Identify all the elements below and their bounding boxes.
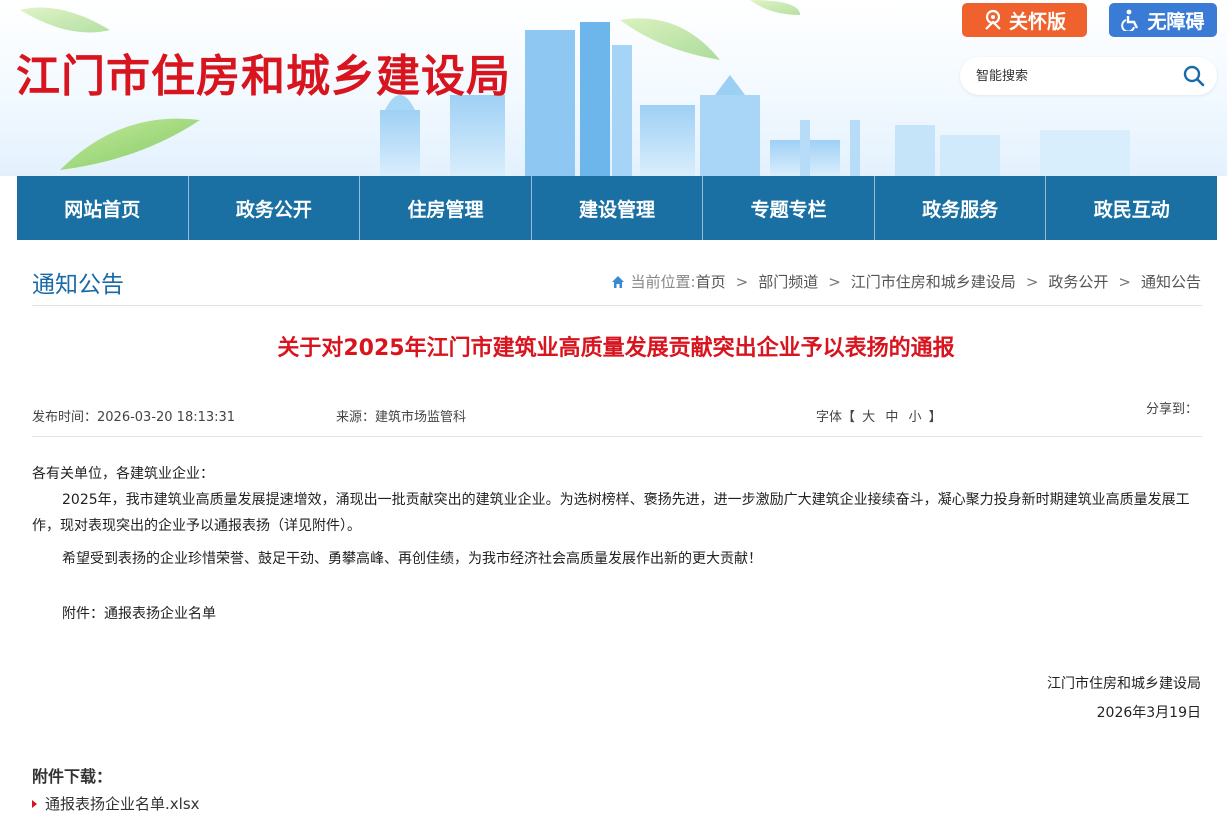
- breadcrumb-bureau[interactable]: 江门市住房和城乡建设局: [851, 271, 1016, 292]
- meta-divider: [32, 436, 1202, 437]
- breadcrumb-separator: >: [828, 272, 841, 291]
- section-title: 通知公告: [32, 272, 124, 298]
- signature-date: 2026年3月19日: [1096, 705, 1201, 721]
- accessibility-button[interactable]: 无障碍: [1109, 3, 1217, 37]
- search-input[interactable]: [976, 66, 1176, 86]
- body-paragraph: 2025年，我市建筑业高质量发展提速增效，涌现出一批贡献突出的建筑业企业。为选树…: [32, 492, 1190, 534]
- signature-org: 江门市住房和城乡建设局: [1047, 676, 1201, 692]
- search-icon[interactable]: [1183, 65, 1205, 87]
- breadcrumb-home[interactable]: 首页: [696, 271, 726, 292]
- site-title: 江门市住房和城乡建设局: [16, 51, 511, 102]
- home-icon: [611, 275, 624, 288]
- nav-item-home[interactable]: 网站首页: [17, 176, 189, 240]
- breadcrumb-gov-affairs[interactable]: 政务公开: [1048, 271, 1108, 292]
- nav-item-services[interactable]: 政务服务: [875, 176, 1047, 240]
- share-label: 分享到：: [1146, 402, 1199, 417]
- search-box: [960, 57, 1217, 95]
- location-pin-icon: [985, 9, 1001, 30]
- breadcrumb: 当前位置: 首页 > 部门频道 > 江门市住房和城乡建设局 > 政务公开 > 通…: [611, 271, 1201, 292]
- wheelchair-icon: [1121, 9, 1139, 31]
- nav-item-interaction[interactable]: 政民互动: [1046, 176, 1217, 240]
- salutation: 各有关单位，各建筑业企业：: [32, 466, 214, 482]
- triangle-right-icon: [32, 799, 37, 808]
- breadcrumb-department[interactable]: 部门频道: [758, 271, 818, 292]
- nav-item-topics[interactable]: 专题专栏: [703, 176, 875, 240]
- attachment-filename[interactable]: 通报表扬企业名单.xlsx: [45, 793, 200, 814]
- breadcrumb-label: 当前位置:: [630, 273, 696, 291]
- attachments-heading: 附件下载：: [32, 767, 113, 786]
- font-size-label: 字体【: [816, 410, 856, 425]
- body-paragraph: 希望受到表扬的企业珍惜荣誉、鼓足干劲、勇攀高峰、再创佳绩，为我市经济社会高质量发…: [62, 551, 762, 567]
- font-size-close: 】: [928, 410, 942, 425]
- publish-time: 发布时间：2026-03-20 18:13:31: [32, 410, 236, 425]
- breadcrumb-separator: >: [735, 272, 749, 291]
- article-title: 关于对2025年江门市建筑业高质量发展贡献突出企业予以表扬的通报: [277, 336, 955, 361]
- site-header: 江门市住房和城乡建设局 关怀版 无障碍: [0, 0, 1227, 176]
- attachment-note: 附件：通报表扬企业名单: [62, 606, 216, 622]
- article-body: 各有关单位，各建筑业企业： 2025年，我市建筑业高质量发展提速增效，涌现出一批…: [32, 461, 1202, 627]
- article-source: 来源：建筑市场监管科: [336, 410, 467, 425]
- breadcrumb-separator: >: [1025, 272, 1039, 291]
- accessibility-label: 无障碍: [1147, 10, 1205, 33]
- nav-item-construction[interactable]: 建设管理: [532, 176, 704, 240]
- attachment-link[interactable]: 通报表扬企业名单.xlsx: [32, 793, 200, 814]
- nav-item-gov-affairs[interactable]: 政务公开: [189, 176, 361, 240]
- care-mode-label: 关怀版: [1008, 10, 1066, 33]
- breadcrumb-separator: >: [1118, 272, 1131, 291]
- font-medium-button[interactable]: 中: [885, 410, 898, 425]
- care-mode-button[interactable]: 关怀版: [962, 3, 1087, 37]
- font-large-button[interactable]: 大: [862, 410, 875, 425]
- font-small-button[interactable]: 小: [908, 410, 921, 425]
- font-size-control: 字体【 大 中 小 】: [816, 406, 942, 425]
- section-divider: [32, 305, 1202, 306]
- main-nav: 网站首页 政务公开 住房管理 建设管理 专题专栏 政务服务 政民互动: [17, 176, 1217, 240]
- nav-item-housing[interactable]: 住房管理: [360, 176, 532, 240]
- breadcrumb-notices[interactable]: 通知公告: [1141, 271, 1201, 292]
